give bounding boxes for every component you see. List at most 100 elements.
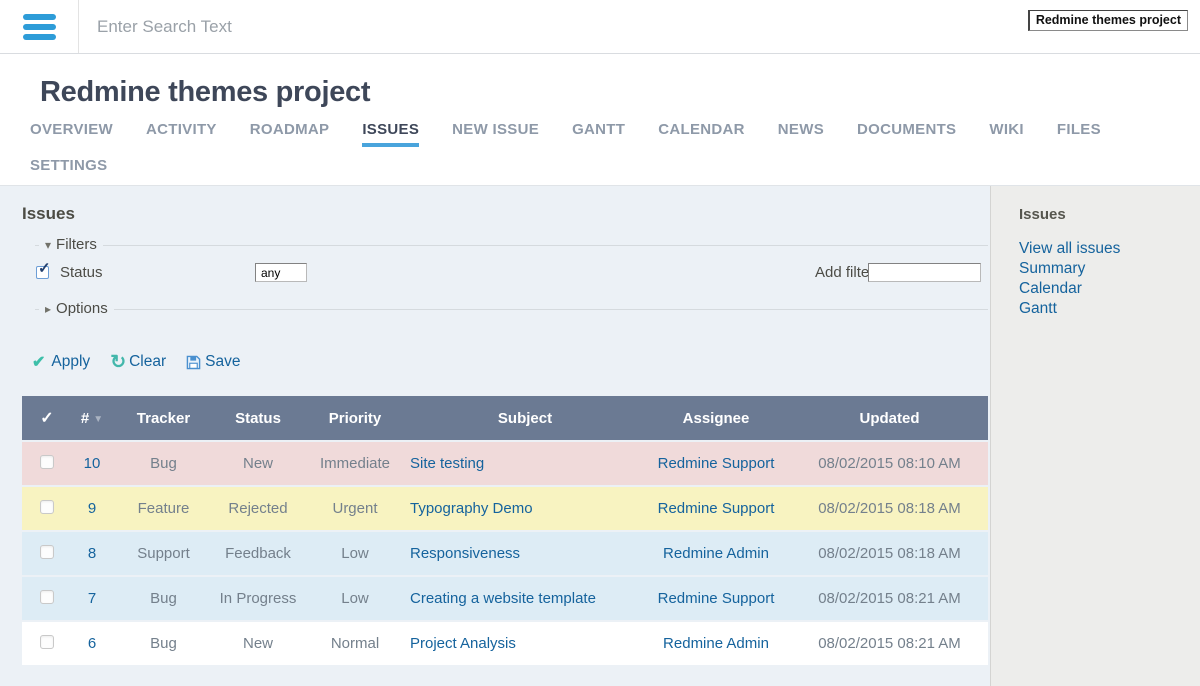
issue-assignee-link[interactable]: Redmine Admin <box>663 545 769 562</box>
row-select-checkbox[interactable] <box>40 635 54 649</box>
row-select-checkbox[interactable] <box>40 455 54 469</box>
sidebar-link-gantt[interactable]: Gantt <box>1019 299 1184 319</box>
issue-row: 9FeatureRejectedUrgentTypography DemoRed… <box>22 487 988 530</box>
issue-row: 7BugIn ProgressLowCreating a website tem… <box>22 577 988 620</box>
page-title: Redmine themes project <box>30 54 1170 109</box>
column-header-priority[interactable]: Priority <box>301 396 409 440</box>
issue-tracker: Feature <box>112 487 215 530</box>
tab-overview[interactable]: OVERVIEW <box>30 121 113 147</box>
project-nav: OVERVIEW ACTIVITY ROADMAP ISSUES NEW ISSUE GA… <box>30 121 1140 179</box>
issue-id-link[interactable]: 7 <box>88 590 96 607</box>
issue-updated: 08/02/2015 08:21 AM <box>791 622 988 665</box>
issue-tracker: Bug <box>112 577 215 620</box>
tab-calendar[interactable]: CALENDAR <box>658 121 745 147</box>
row-select-checkbox[interactable] <box>40 545 54 559</box>
issues-heading: Issues <box>22 204 990 224</box>
sidebar-heading: Issues <box>1019 206 1184 223</box>
tab-activity[interactable]: ACTIVITY <box>146 121 217 147</box>
issue-status: Feedback <box>215 532 301 575</box>
issue-id-link[interactable]: 8 <box>88 545 96 562</box>
tab-documents[interactable]: DOCUMENTS <box>857 121 956 147</box>
topbar: Redmine themes project <box>0 0 1200 54</box>
checkmark-icon: ✓ <box>38 259 51 277</box>
column-header-[interactable]: #▼ <box>72 396 112 440</box>
content: Issues ▾Filters ✓ Status any Add filter … <box>0 185 1200 686</box>
column-header-label: # <box>81 410 89 427</box>
issue-subject-link[interactable]: Typography Demo <box>410 500 533 517</box>
tab-issues[interactable]: ISSUES <box>362 121 419 147</box>
apply-check-icon: ✔ <box>32 352 45 372</box>
issue-status: New <box>215 442 301 485</box>
row-select-checkbox[interactable] <box>40 500 54 514</box>
issue-subject-link[interactable]: Project Analysis <box>410 635 516 652</box>
issue-updated: 08/02/2015 08:21 AM <box>791 577 988 620</box>
search-input[interactable] <box>79 0 1028 53</box>
issues-table: ✓ #▼TrackerStatus Priority Subject Assignee U… <box>22 394 988 667</box>
sidebar-link-view-all-issues[interactable]: View all issues <box>1019 239 1184 259</box>
tab-news[interactable]: NEWS <box>778 121 824 147</box>
issue-id-link[interactable]: 9 <box>88 500 96 517</box>
save-button[interactable]: Save <box>186 353 240 371</box>
issue-priority: Immediate <box>301 442 409 485</box>
column-header-label: Subject <box>498 410 552 427</box>
select-all-check-icon: ✓ <box>40 410 53 427</box>
options-legend-label: Options <box>56 300 108 317</box>
tab-gantt[interactable]: GANTT <box>572 121 625 147</box>
project-jump-select[interactable]: Redmine themes project <box>1028 10 1188 31</box>
issue-id-link[interactable]: 6 <box>88 635 96 652</box>
tab-roadmap[interactable]: ROADMAP <box>250 121 330 147</box>
menu-button[interactable] <box>0 0 79 53</box>
issue-status: Rejected <box>215 487 301 530</box>
clear-button[interactable]: ↻ Clear <box>110 353 166 372</box>
column-header-assignee[interactable]: Assignee <box>641 396 791 440</box>
issue-assignee-link[interactable]: Redmine Support <box>658 455 775 472</box>
column-header-tracker[interactable]: Tracker <box>112 396 215 440</box>
sidebar: Issues View all issuesSummaryCalendarGan… <box>990 186 1200 686</box>
issue-assignee-link[interactable]: Redmine Support <box>658 500 775 517</box>
column-header-updated[interactable]: Updated <box>791 396 988 440</box>
save-icon <box>186 355 201 370</box>
apply-button[interactable]: ✔ Apply <box>32 352 90 372</box>
issue-row: 6BugNewNormalProject AnalysisRedmine Adm… <box>22 622 988 665</box>
apply-label: Apply <box>51 353 90 371</box>
issue-updated: 08/02/2015 08:10 AM <box>791 442 988 485</box>
tab-files[interactable]: FILES <box>1057 121 1101 147</box>
row-select-cell <box>22 487 72 530</box>
main-panel: Issues ▾Filters ✓ Status any Add filter … <box>0 186 990 686</box>
issue-subject-link[interactable]: Site testing <box>410 455 484 472</box>
row-select-cell <box>22 442 72 485</box>
clear-label: Clear <box>129 353 166 371</box>
issue-subject-link[interactable]: Responsiveness <box>410 545 520 562</box>
select-all-column-header[interactable]: ✓ <box>22 396 72 440</box>
issue-assignee-link[interactable]: Redmine Admin <box>663 635 769 652</box>
issue-id-link[interactable]: 10 <box>84 455 101 472</box>
filters-legend[interactable]: ▾Filters <box>39 236 103 253</box>
issue-priority: Normal <box>301 622 409 665</box>
issue-status: New <box>215 622 301 665</box>
status-filter-checkbox[interactable]: ✓ <box>36 266 49 279</box>
column-header-label: Priority <box>329 410 382 427</box>
row-select-checkbox[interactable] <box>40 590 54 604</box>
filters-legend-label: Filters <box>56 236 97 253</box>
filters-section: ▾Filters ✓ Status any Add filter <box>35 245 988 309</box>
row-select-cell <box>22 532 72 575</box>
table-header-row: ✓ #▼TrackerStatus Priority Subject Assignee U… <box>22 396 988 440</box>
options-legend[interactable]: ▸ Options <box>39 300 114 317</box>
page-header: Redmine themes project OVERVIEW ACTIVITY R… <box>0 54 1200 185</box>
expand-arrow-icon: ▸ <box>45 302 51 316</box>
sidebar-link-summary[interactable]: Summary <box>1019 259 1184 279</box>
tab-settings[interactable]: SETTINGS <box>30 157 107 179</box>
column-header-label: Updated <box>860 410 920 427</box>
column-header-status[interactable]: Status <box>215 396 301 440</box>
issue-assignee-link[interactable]: Redmine Support <box>658 590 775 607</box>
column-header-label: Assignee <box>683 410 750 427</box>
status-operator-select[interactable]: any <box>255 263 307 282</box>
sidebar-link-calendar[interactable]: Calendar <box>1019 279 1184 299</box>
tab-new-issue[interactable]: NEW ISSUE <box>452 121 539 147</box>
issue-updated: 08/02/2015 08:18 AM <box>791 487 988 530</box>
tab-wiki[interactable]: WIKI <box>989 121 1024 147</box>
issue-subject-link[interactable]: Creating a website template <box>410 590 596 607</box>
column-header-subject[interactable]: Subject <box>409 396 641 440</box>
add-filter-select[interactable] <box>868 263 981 282</box>
row-select-cell <box>22 577 72 620</box>
